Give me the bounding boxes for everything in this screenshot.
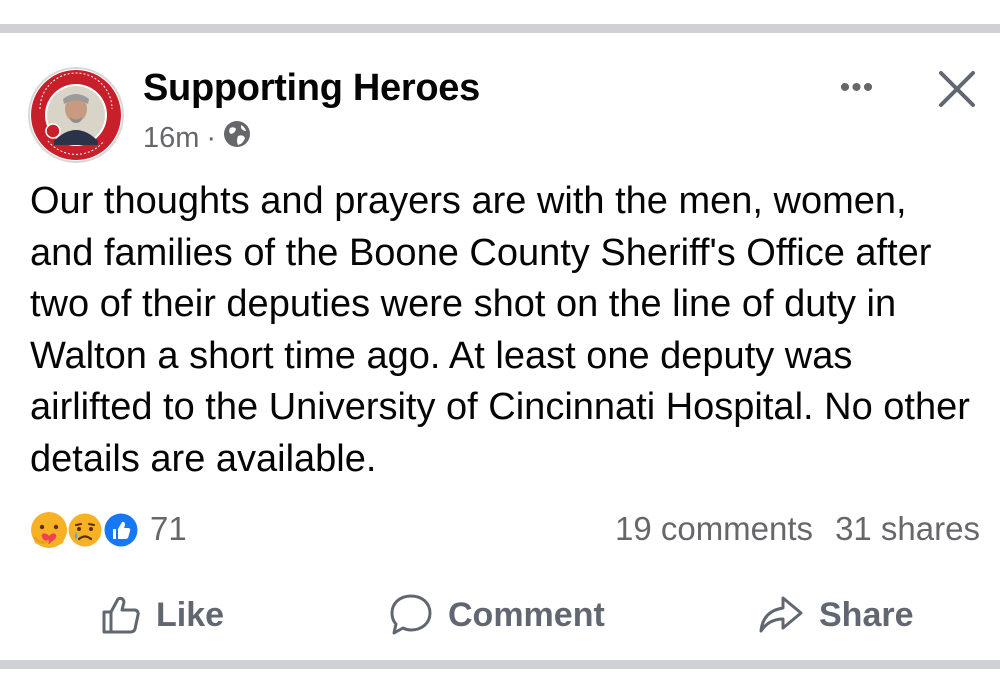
- page-avatar[interactable]: [28, 67, 124, 163]
- top-background: [0, 0, 1000, 26]
- share-label: Share: [819, 595, 914, 634]
- memorial-logo: [31, 70, 121, 160]
- post-timestamp[interactable]: 16m: [143, 122, 199, 155]
- post-body-text: Our thoughts and prayers are with the me…: [30, 180, 970, 480]
- share-arrow-icon: [759, 596, 803, 633]
- sad-reaction-icon: [67, 512, 103, 548]
- comment-button[interactable]: Comment: [388, 585, 605, 645]
- reaction-icons[interactable]: [30, 511, 146, 549]
- like-reaction-icon: [103, 512, 139, 548]
- share-button[interactable]: Share: [757, 585, 914, 645]
- comments-count-link[interactable]: 19 comments: [615, 510, 813, 547]
- engagement-stats: 19 comments 31 shares: [615, 510, 980, 548]
- post-card: Supporting Heroes 16m · ••• Our thoughts…: [0, 33, 1000, 660]
- close-icon: [939, 71, 975, 107]
- reaction-count[interactable]: 71: [150, 510, 187, 548]
- page-name[interactable]: Supporting Heroes: [143, 67, 480, 110]
- reactions-row: 71 19 comments 31 shares: [30, 506, 980, 552]
- shares-count-link[interactable]: 31 shares: [835, 510, 980, 547]
- top-divider: [0, 24, 1000, 33]
- close-button[interactable]: [935, 67, 979, 111]
- comment-bubble-icon: [390, 594, 432, 635]
- globe-icon: [222, 119, 252, 157]
- meta-separator: ·: [206, 121, 217, 154]
- bottom-divider: [0, 660, 1000, 669]
- ellipsis-icon: •••: [839, 71, 875, 104]
- like-button[interactable]: Like: [100, 585, 224, 645]
- post-meta: 16m ·: [143, 119, 252, 157]
- action-bar: Like Comment Share: [0, 585, 1000, 645]
- more-options-button[interactable]: •••: [833, 73, 881, 103]
- care-reaction-icon: [31, 512, 67, 548]
- comment-label: Comment: [448, 595, 605, 634]
- thumbs-up-icon: [102, 596, 140, 634]
- like-label: Like: [156, 595, 225, 634]
